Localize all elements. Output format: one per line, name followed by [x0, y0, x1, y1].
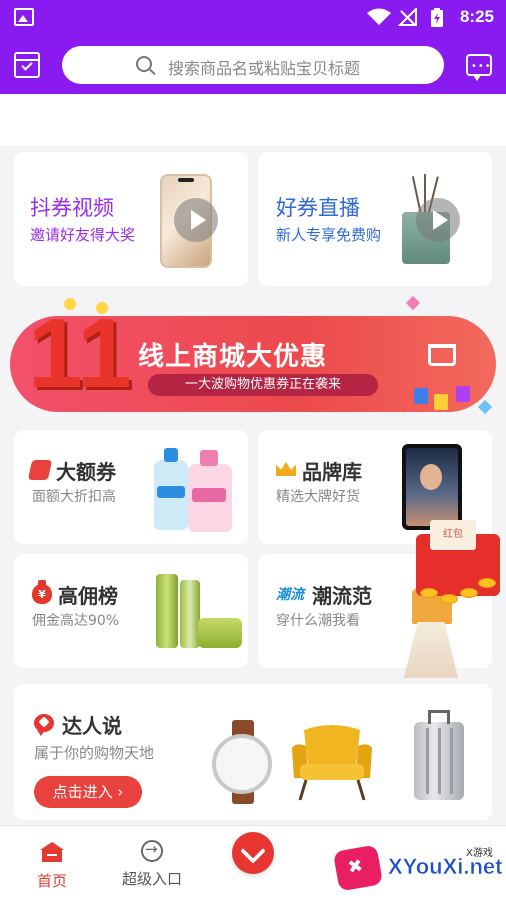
gift-icon — [456, 386, 470, 402]
promo-banner[interactable]: 11 线上商城大优惠 一大波购物优惠券正在袭来 — [10, 295, 496, 415]
play-icon — [416, 198, 460, 242]
search-placeholder: 搜索商品名或粘贴宝贝标题 — [168, 59, 361, 78]
crown-icon — [276, 462, 296, 476]
message-icon[interactable]: ••• — [466, 54, 492, 81]
nav-center-button[interactable] — [232, 832, 274, 874]
category-title: 品牌库 — [302, 460, 362, 484]
image-notification-icon — [14, 8, 34, 26]
enter-icon — [141, 840, 163, 862]
app-header: 搜索商品名或粘贴宝贝标题 ••• — [0, 34, 506, 94]
skincare-bottle-image — [180, 580, 200, 648]
watch-image — [212, 734, 272, 794]
no-signal-icon — [398, 8, 417, 26]
category-subtitle: 穿什么潮我看 — [276, 613, 360, 629]
video-card-douquan[interactable]: 抖券视频 邀请好友得大奖 — [14, 152, 248, 286]
cart-icon — [428, 344, 456, 366]
bulb-icon — [96, 302, 108, 314]
video-card-title: 好券直播 — [276, 196, 360, 220]
category-subtitle: 佣金高达90% — [32, 613, 120, 629]
coin-icon — [440, 594, 458, 604]
coin-icon — [478, 578, 496, 588]
banner-subtitle: 一大波购物优惠券正在袭来 — [148, 374, 378, 396]
category-title: 大额券 — [56, 460, 116, 484]
red-packet-label: 红包 — [430, 520, 476, 550]
talent-subtitle: 属于你的购物天地 — [34, 744, 155, 762]
diamond-decoration — [477, 399, 493, 415]
gift-icon — [434, 394, 448, 410]
video-card-title: 抖券视频 — [30, 196, 114, 220]
nav-home-label: 首页 — [36, 872, 67, 890]
video-card-subtitle: 新人专享免费购 — [276, 226, 382, 244]
bulb-icon — [64, 298, 76, 310]
status-bar: 8:25 — [0, 0, 506, 34]
trend-icon: 潮流 — [276, 587, 304, 603]
phone-image — [402, 444, 462, 530]
search-icon — [136, 56, 152, 72]
category-card-commission[interactable]: ¥ 高佣榜 佣金高达90% — [14, 554, 248, 668]
search-bar[interactable]: 搜索商品名或粘贴宝贝标题 — [62, 46, 444, 84]
watermark-text: XYouXi.net — [388, 854, 503, 880]
video-card-subtitle: 邀请好友得大奖 — [30, 226, 136, 244]
clock: 8:25 — [459, 7, 494, 26]
play-icon — [174, 198, 218, 242]
skirt-image — [404, 622, 458, 678]
talent-title: 达人说 — [62, 714, 122, 738]
nav-super-entry-label: 超级入口 — [121, 870, 182, 888]
coin-icon — [420, 588, 438, 598]
battery-charging-icon — [431, 8, 443, 27]
video-card-live[interactable]: 好券直播 新人专享免费购 — [258, 152, 492, 286]
diamond-decoration — [405, 295, 421, 311]
category-title: 潮流范 — [312, 584, 372, 608]
category-subtitle: 面额大折扣高 — [32, 489, 116, 505]
category-title: 高佣榜 — [58, 584, 118, 608]
talent-enter-button[interactable]: 点击进入 › — [34, 776, 142, 808]
coin-icon — [460, 588, 478, 598]
category-card-big-coupon[interactable]: 大额券 面额大折扣高 — [14, 430, 248, 544]
home-icon — [40, 842, 64, 864]
site-watermark: X游戏 XYouXi.net — [332, 842, 506, 894]
armchair-image — [292, 725, 372, 801]
watermark-logo-icon — [332, 844, 384, 892]
coupon-icon — [27, 460, 53, 480]
calendar-check-icon[interactable] — [14, 52, 40, 78]
gift-icon — [414, 388, 428, 404]
banner-title: 线上商城大优惠 — [138, 342, 328, 372]
wifi-icon — [367, 8, 391, 25]
skincare-bottle-image — [156, 574, 178, 648]
talent-speech-icon — [34, 714, 54, 736]
money-bag-icon: ¥ — [32, 580, 52, 604]
suitcase-image — [414, 710, 464, 800]
category-subtitle: 精选大牌好货 — [276, 489, 360, 505]
header-spacer — [0, 94, 506, 146]
cream-jar-image — [198, 618, 242, 648]
nav-home[interactable]: 首页 — [32, 842, 72, 891]
banner-number: 11 — [28, 298, 132, 408]
nav-super-entry[interactable]: 超级入口 — [110, 840, 194, 889]
